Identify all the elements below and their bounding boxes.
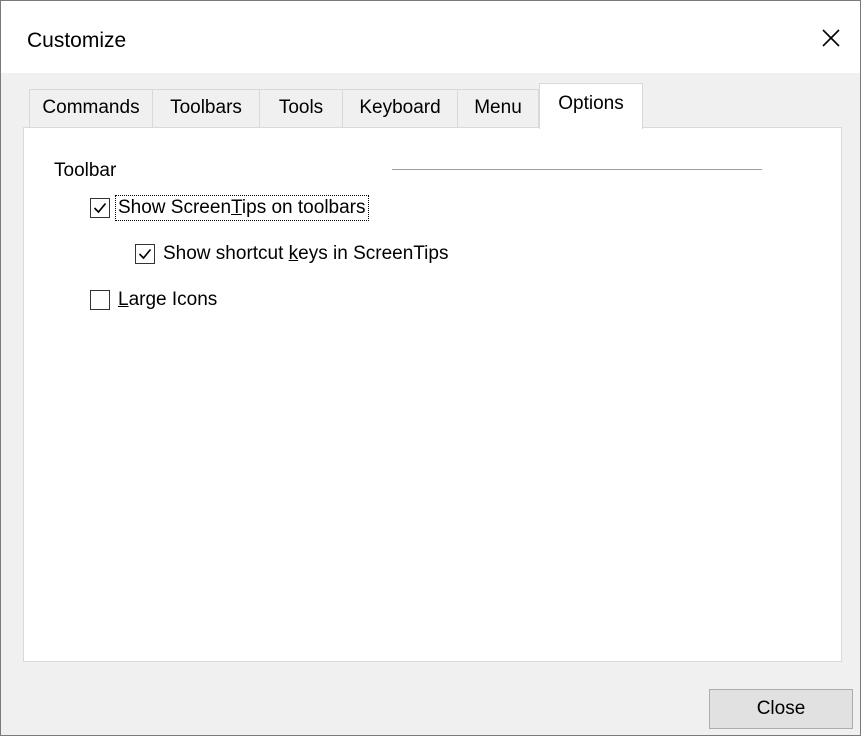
- tab-tools[interactable]: Tools: [259, 89, 343, 127]
- tab-label: Menu: [474, 97, 522, 118]
- tab-toolbars[interactable]: Toolbars: [152, 89, 260, 127]
- show-shortcut-keys-option[interactable]: Show shortcut keys in ScreenTips: [135, 242, 450, 266]
- large-icons-label[interactable]: Large Icons: [116, 288, 219, 312]
- show-screentips-checkbox[interactable]: [90, 198, 110, 218]
- close-icon[interactable]: [816, 23, 846, 53]
- tab-commands[interactable]: Commands: [29, 89, 153, 127]
- toolbar-group-label: Toolbar: [54, 160, 117, 181]
- close-button[interactable]: Close: [709, 689, 853, 729]
- tab-keyboard[interactable]: Keyboard: [342, 89, 458, 127]
- title-bar: Customize: [1, 1, 860, 73]
- tab-label: Keyboard: [359, 97, 441, 118]
- tab-menu[interactable]: Menu: [457, 89, 539, 127]
- checkmark-icon: [93, 202, 107, 214]
- show-screentips-label[interactable]: Show ScreenTips on toolbars: [115, 195, 369, 221]
- large-icons-option[interactable]: Large Icons: [90, 288, 219, 312]
- show-screentips-option[interactable]: Show ScreenTips on toolbars: [90, 195, 369, 221]
- tab-label: Tools: [278, 97, 324, 118]
- show-shortcut-keys-label[interactable]: Show shortcut keys in ScreenTips: [161, 242, 450, 266]
- show-shortcut-keys-checkbox[interactable]: [135, 244, 155, 264]
- tab-options[interactable]: Options: [539, 83, 643, 129]
- tab-label: Commands: [42, 97, 140, 118]
- options-panel: Toolbar Show ScreenTips on toolbars Show…: [23, 127, 842, 662]
- tab-label: Toolbars: [170, 97, 242, 118]
- group-divider: [392, 169, 762, 170]
- large-icons-checkbox[interactable]: [90, 290, 110, 310]
- checkmark-icon: [138, 248, 152, 260]
- tab-label: Options: [558, 93, 624, 114]
- dialog-title: Customize: [27, 29, 127, 52]
- customize-dialog: Customize Commands Toolbars Tools Keyboa…: [0, 0, 861, 736]
